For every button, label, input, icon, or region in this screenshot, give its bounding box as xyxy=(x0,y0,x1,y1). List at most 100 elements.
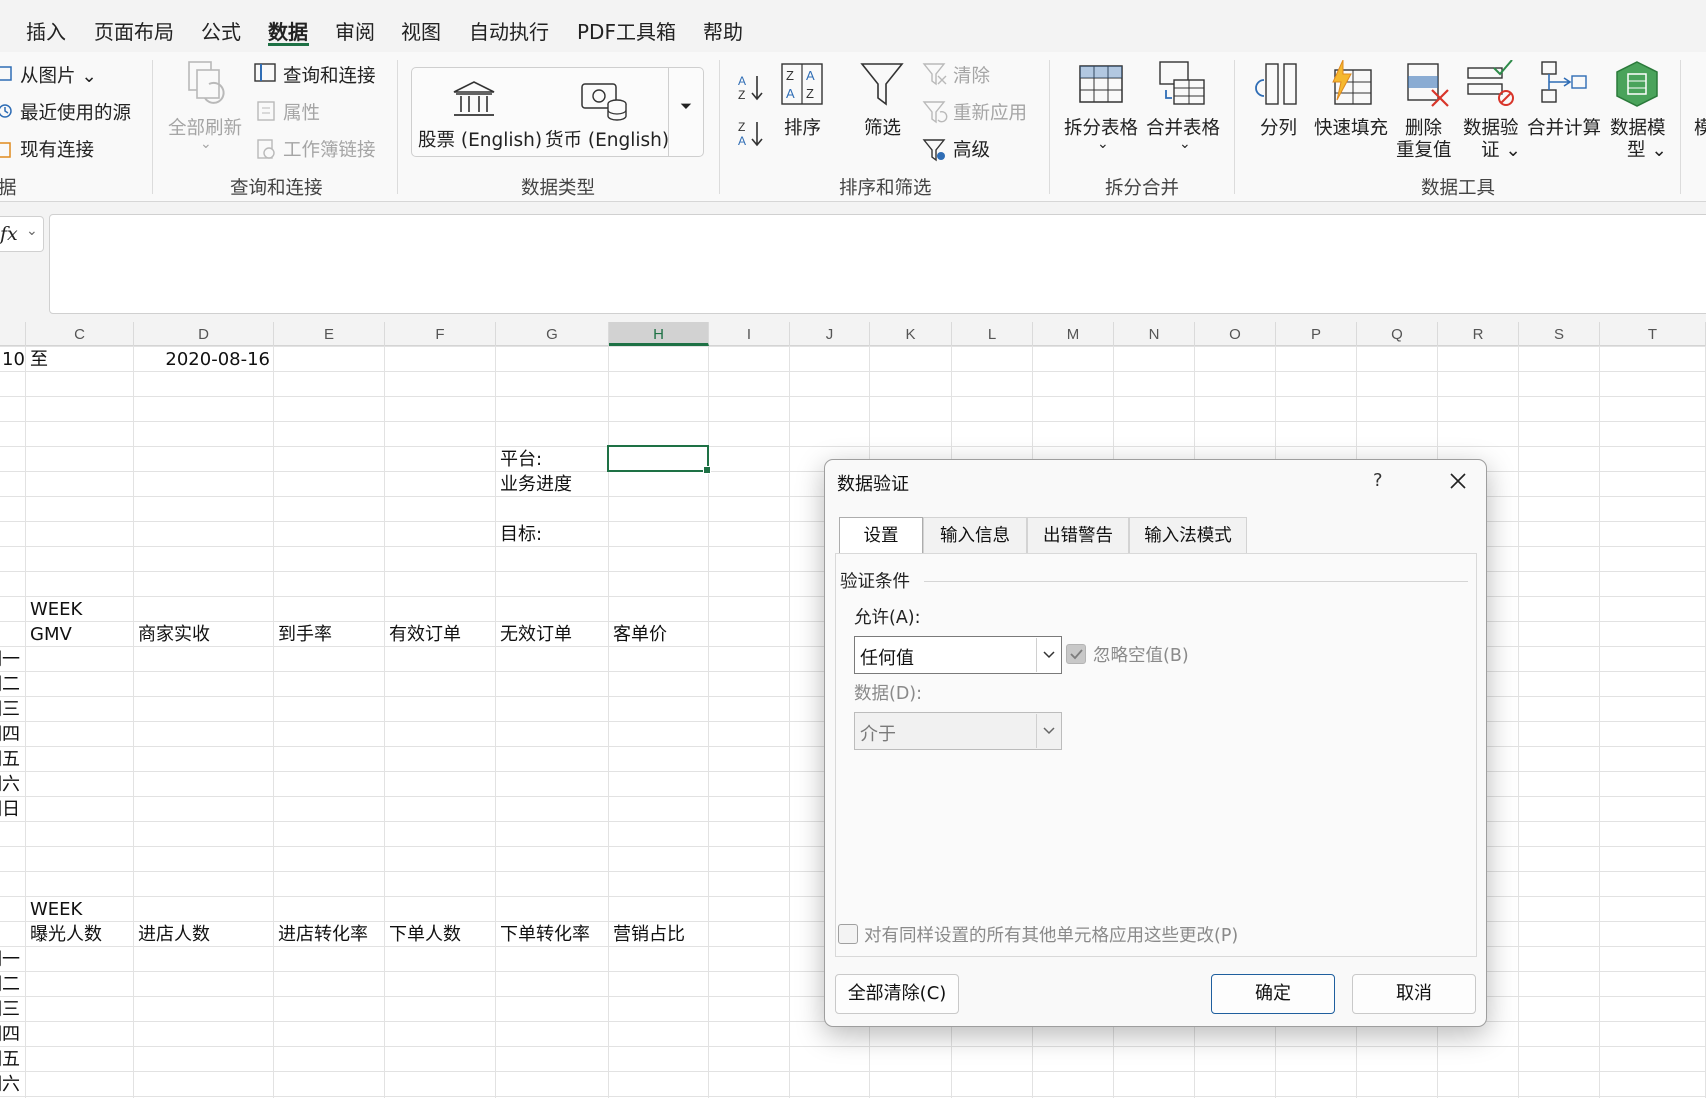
tab-help[interactable]: 帮助 xyxy=(703,16,743,45)
queries-connections-button[interactable]: 查询和连接 xyxy=(283,62,376,88)
apply-all-checkbox[interactable] xyxy=(838,924,858,944)
recent-sources-button[interactable]: 最近使用的源 xyxy=(20,99,131,125)
tab-automate[interactable]: 自动执行 xyxy=(469,16,549,45)
reapply-button[interactable]: 重新应用 xyxy=(953,99,1027,125)
column-header-f[interactable]: F xyxy=(385,322,496,346)
data-model-icon xyxy=(1616,61,1658,107)
cell-weekday: 期五 xyxy=(0,1049,20,1070)
properties-button[interactable]: 属性 xyxy=(283,99,320,125)
column-header-g[interactable]: G xyxy=(496,322,609,346)
reapply-filter-icon xyxy=(922,101,948,124)
grid-column-line xyxy=(384,346,385,1098)
tab-data[interactable]: 数据 xyxy=(268,16,308,45)
tab-settings[interactable]: 设置 xyxy=(839,517,923,555)
column-header-s[interactable]: S xyxy=(1519,322,1600,346)
cancel-button[interactable]: 取消 xyxy=(1352,974,1476,1014)
column-header-d[interactable]: D xyxy=(134,322,274,346)
ignore-blank-checkbox[interactable] xyxy=(1066,644,1086,664)
forecast-button[interactable]: 模 xyxy=(1694,114,1706,140)
filter-button[interactable]: 筛选 xyxy=(864,114,901,140)
check-icon xyxy=(1070,649,1083,660)
data-types-more-button[interactable]: ⏷ xyxy=(668,67,704,157)
chevron-down-icon: ⌄ xyxy=(200,136,212,152)
column-header-r[interactable]: R xyxy=(1438,322,1519,346)
column-header-p[interactable]: P xyxy=(1276,322,1357,346)
column-header-j[interactable]: J xyxy=(790,322,870,346)
column-header-n[interactable]: N xyxy=(1114,322,1195,346)
data-dropdown-button[interactable] xyxy=(1036,714,1060,748)
allow-label: 允许(A): xyxy=(854,608,921,628)
existing-connections-button[interactable]: 现有连接 xyxy=(20,136,94,162)
tab-review[interactable]: 审阅 xyxy=(335,16,375,45)
cell-header: 下单人数 xyxy=(389,924,461,945)
from-picture-button[interactable]: 从图片 ⌄ xyxy=(20,62,97,88)
flash-fill-icon xyxy=(1332,60,1372,105)
text-to-columns-button[interactable]: 分列 xyxy=(1260,114,1297,140)
consolidate-button[interactable]: 合并计算 xyxy=(1527,114,1601,140)
tab-error-alert[interactable]: 出错警告 xyxy=(1027,517,1129,553)
close-icon[interactable] xyxy=(1443,466,1473,496)
recent-sources-icon xyxy=(0,104,12,118)
column-header-h[interactable]: H xyxy=(609,322,709,346)
workbook-links-button[interactable]: 工作簿链接 xyxy=(283,136,376,162)
chevron-down-icon: ⌄ xyxy=(1097,136,1109,152)
allow-dropdown-button[interactable] xyxy=(1036,638,1060,672)
tab-input-message[interactable]: 输入信息 xyxy=(923,517,1027,553)
column-header-q[interactable]: Q xyxy=(1357,322,1438,346)
cell-header: 进店人数 xyxy=(138,924,210,945)
clear-all-button[interactable]: 全部清除(C) xyxy=(835,974,959,1014)
allow-select[interactable]: 任何值 xyxy=(854,636,1062,674)
column-header-i[interactable]: I xyxy=(709,322,790,346)
flash-fill-button[interactable]: 快速填充 xyxy=(1314,114,1388,140)
remove-duplicates-icon xyxy=(1407,63,1449,107)
tab-insert[interactable]: 插入 xyxy=(26,16,66,45)
column-header-o[interactable]: O xyxy=(1195,322,1276,346)
settings-panel: 验证条件 允许(A): 任何值 忽略空值(B) 数据(D): 介于 对有同样设置… xyxy=(835,553,1477,957)
cell-progress-label: 业务进度 xyxy=(500,474,572,495)
data-select[interactable]: 介于 xyxy=(854,712,1062,750)
refresh-all-icon xyxy=(188,61,225,104)
column-header-m[interactable]: M xyxy=(1033,322,1114,346)
svg-text:Z: Z xyxy=(806,86,814,101)
remove-duplicates-label-2: 重复值 xyxy=(1396,140,1452,161)
insert-function-button[interactable]: fx ⌄ xyxy=(0,216,44,252)
cell-weekday: 期六 xyxy=(0,1074,20,1095)
column-header-partial[interactable] xyxy=(0,322,26,346)
svg-text:A: A xyxy=(738,74,746,88)
column-header-c[interactable]: C xyxy=(26,322,134,346)
chevron-down-icon: ⌄ xyxy=(26,223,38,239)
grid-row-line xyxy=(0,1046,1706,1047)
column-header-t[interactable]: T xyxy=(1600,322,1706,346)
cell-week-label: WEEK xyxy=(30,599,83,620)
sort-descending-icon: Z A xyxy=(738,120,763,148)
tab-ime-mode[interactable]: 输入法模式 xyxy=(1129,517,1247,553)
help-button[interactable]: ? xyxy=(1373,470,1383,491)
apply-all-label: 对有同样设置的所有其他单元格应用这些更改(P) xyxy=(864,926,1239,946)
bank-icon xyxy=(453,81,495,116)
tab-pdf-tools[interactable]: PDF工具箱 xyxy=(577,16,676,45)
svg-text:A: A xyxy=(786,86,795,101)
sort-button[interactable]: 排序 xyxy=(784,114,821,140)
clear-button[interactable]: 清除 xyxy=(953,62,990,88)
text-to-columns-icon xyxy=(1255,63,1297,105)
allow-selected-value: 任何值 xyxy=(860,648,914,669)
column-header-k[interactable]: K xyxy=(870,322,952,346)
stocks-data-type-button[interactable]: 股票 (English) xyxy=(418,126,542,152)
advanced-filter-button[interactable]: 高级 xyxy=(953,136,990,162)
currency-data-type-button[interactable]: 货币 (English) xyxy=(545,126,669,152)
svg-text:Z: Z xyxy=(786,68,794,83)
ok-button[interactable]: 确定 xyxy=(1211,974,1335,1014)
tab-view[interactable]: 视图 xyxy=(401,16,441,45)
cell-week-label: WEEK xyxy=(30,899,83,920)
grid-column-line xyxy=(25,346,26,1098)
grid-row-line xyxy=(0,421,1706,422)
column-header-l[interactable]: L xyxy=(952,322,1033,346)
cell-date-start: 10 xyxy=(2,349,25,370)
selected-cell[interactable] xyxy=(607,445,711,474)
group-separator xyxy=(152,60,153,194)
column-header-e[interactable]: E xyxy=(274,322,385,346)
grid-column-line xyxy=(1599,346,1600,1098)
formula-input[interactable] xyxy=(49,214,1706,314)
tab-page-layout[interactable]: 页面布局 xyxy=(94,16,174,45)
tab-formulas[interactable]: 公式 xyxy=(201,16,241,45)
